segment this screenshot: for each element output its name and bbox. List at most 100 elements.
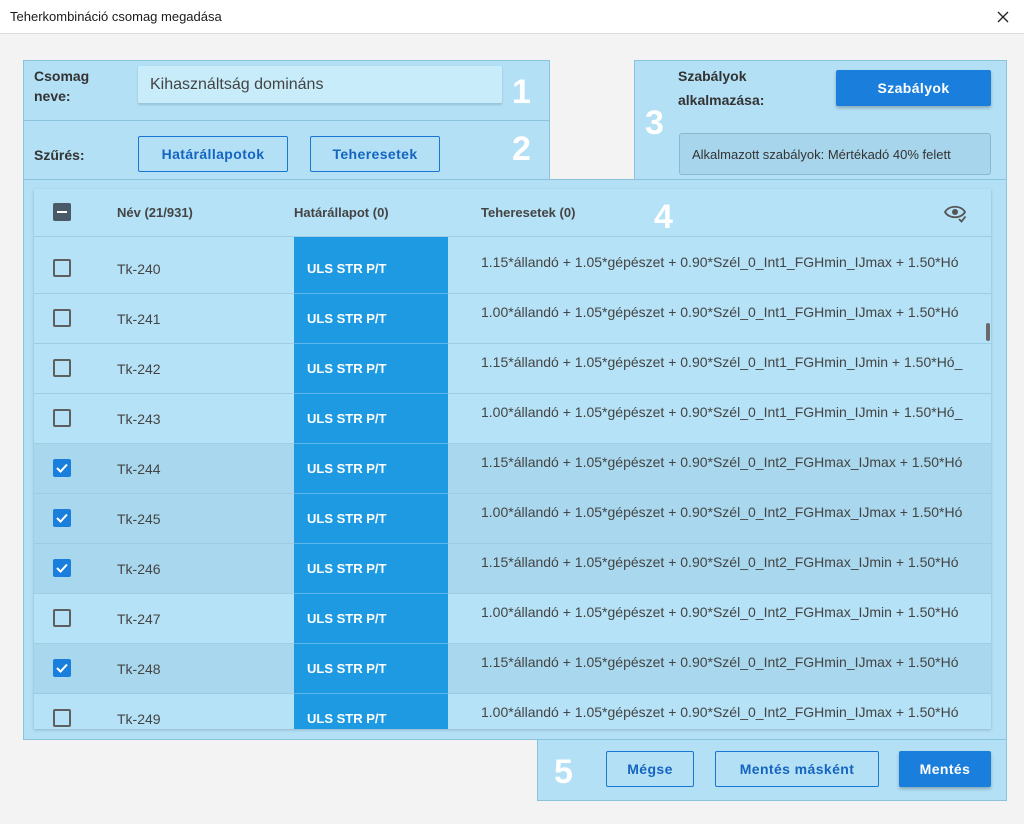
row-load-cases-formula: 1.15*állandó + 1.05*gépészet + 0.90*Szél… — [481, 554, 959, 570]
row-name: Tk-240 — [117, 261, 161, 277]
row-checkbox-wrap[interactable] — [53, 509, 71, 527]
row-checkbox-wrap[interactable] — [53, 609, 71, 627]
row-checkbox[interactable] — [53, 359, 71, 377]
table-row[interactable]: Tk-248 ULS STR P/T 1.15*állandó + 1.05*gép… — [34, 644, 991, 694]
row-checkbox[interactable] — [53, 409, 71, 427]
row-checkbox-wrap[interactable] — [53, 709, 71, 727]
row-limit-state: ULS STR P/T — [294, 494, 448, 544]
table-row[interactable]: Tk-246 ULS STR P/T 1.15*állandó + 1.05*gép… — [34, 544, 991, 594]
load-cases-filter-button[interactable]: Teheresetek — [310, 136, 440, 172]
row-limit-state: ULS STR P/T — [294, 594, 448, 644]
eye-check-icon — [943, 205, 967, 223]
row-load-cases-formula: 1.00*állandó + 1.05*gépészet + 0.90*Szél… — [481, 704, 959, 720]
package-name-input[interactable] — [138, 66, 502, 104]
table-row[interactable]: Tk-240 ULS STR P/T 1.15*állandó + 1.05*gép… — [34, 244, 991, 294]
save-button[interactable]: Mentés — [899, 751, 991, 787]
row-checkbox-wrap[interactable] — [53, 409, 71, 427]
row-limit-state: ULS STR P/T — [294, 544, 448, 594]
row-name: Tk-246 — [117, 561, 161, 577]
applied-rules-text: Alkalmazott szabályok: Mértékadó 40% fel… — [692, 146, 951, 162]
table-body: Tk-240 ULS STR P/T 1.15*állandó + 1.05*gép… — [34, 244, 991, 729]
close-button[interactable] — [990, 4, 1016, 30]
row-checkbox[interactable] — [53, 459, 71, 477]
row-checkbox[interactable] — [53, 309, 71, 327]
row-checkbox[interactable] — [53, 259, 71, 277]
window-title: Teherkombináció csomag megadása — [10, 9, 222, 24]
table-row[interactable]: Tk-243 ULS STR P/T 1.00*állandó + 1.05*gép… — [34, 394, 991, 444]
row-checkbox[interactable] — [53, 659, 71, 677]
limit-state-column-top — [294, 237, 448, 244]
save-as-button[interactable]: Mentés másként — [715, 751, 879, 787]
row-checkbox-wrap[interactable] — [53, 459, 71, 477]
row-checkbox[interactable] — [53, 509, 71, 527]
applied-rules-box: Alkalmazott szabályok: Mértékadó 40% fel… — [679, 133, 991, 175]
row-checkbox[interactable] — [53, 609, 71, 627]
row-load-cases-formula: 1.15*állandó + 1.05*gépészet + 0.90*Szél… — [481, 454, 963, 470]
package-name-label-line2: neve: — [34, 88, 71, 104]
title-bar: Teherkombináció csomag megadása — [0, 0, 1024, 34]
row-limit-state-label: ULS STR P/T — [307, 411, 387, 426]
row-checkbox-wrap[interactable] — [53, 259, 71, 277]
rules-label-line1: Szabályok — [678, 68, 747, 84]
column-header-name[interactable]: Név (21/931) — [117, 205, 193, 220]
row-limit-state-label: ULS STR P/T — [307, 361, 387, 376]
package-name-label-line1: Csomag — [34, 68, 90, 84]
row-checkbox-wrap[interactable] — [53, 659, 71, 677]
rules-button[interactable]: Szabályok — [836, 70, 991, 106]
section-number-1: 1 — [512, 73, 531, 111]
row-checkbox-wrap[interactable] — [53, 559, 71, 577]
row-limit-state: ULS STR P/T — [294, 644, 448, 694]
row-limit-state: ULS STR P/T — [294, 244, 448, 294]
row-name: Tk-249 — [117, 711, 161, 727]
row-limit-state: ULS STR P/T — [294, 694, 448, 729]
check-icon — [56, 563, 68, 573]
row-name: Tk-244 — [117, 461, 161, 477]
row-checkbox-wrap[interactable] — [53, 309, 71, 327]
load-combination-table: Név (21/931) Határállapot (0) Teheresete… — [34, 189, 991, 729]
table-scrollbar-thumb[interactable] — [986, 323, 990, 341]
row-name: Tk-243 — [117, 411, 161, 427]
row-limit-state-label: ULS STR P/T — [307, 611, 387, 626]
row-load-cases-formula: 1.15*állandó + 1.05*gépészet + 0.90*Szél… — [481, 254, 959, 270]
section-number-3: 3 — [645, 104, 664, 142]
row-limit-state-label: ULS STR P/T — [307, 561, 387, 576]
section-number-2: 2 — [512, 130, 531, 168]
row-limit-state-label: ULS STR P/T — [307, 461, 387, 476]
table-row[interactable]: Tk-247 ULS STR P/T 1.00*állandó + 1.05*gép… — [34, 594, 991, 644]
close-icon — [997, 11, 1009, 23]
row-checkbox[interactable] — [53, 559, 71, 577]
table-row[interactable]: Tk-242 ULS STR P/T 1.15*állandó + 1.05*gép… — [34, 344, 991, 394]
row-limit-state: ULS STR P/T — [294, 394, 448, 444]
row-load-cases-formula: 1.15*állandó + 1.05*gépészet + 0.90*Szél… — [481, 354, 963, 370]
row-name: Tk-245 — [117, 511, 161, 527]
check-icon — [56, 463, 68, 473]
column-header-limit-state[interactable]: Határállapot (0) — [294, 205, 389, 220]
row-limit-state: ULS STR P/T — [294, 294, 448, 344]
row-limit-state: ULS STR P/T — [294, 344, 448, 394]
rules-label-line2: alkalmazása: — [678, 92, 765, 108]
column-header-load-cases[interactable]: Teheresetek (0) — [481, 205, 575, 220]
row-name: Tk-248 — [117, 661, 161, 677]
row-checkbox[interactable] — [53, 709, 71, 727]
table-row[interactable]: Tk-241 ULS STR P/T 1.00*állandó + 1.05*gép… — [34, 294, 991, 344]
row-checkbox-wrap[interactable] — [53, 359, 71, 377]
row-name: Tk-242 — [117, 361, 161, 377]
section-number-4: 4 — [654, 198, 673, 236]
row-name: Tk-241 — [117, 311, 161, 327]
table-row[interactable]: Tk-245 ULS STR P/T 1.00*állandó + 1.05*gép… — [34, 494, 991, 544]
column-visibility-button[interactable] — [943, 202, 967, 229]
limit-states-filter-button[interactable]: Határállapotok — [138, 136, 288, 172]
row-limit-state-label: ULS STR P/T — [307, 261, 387, 276]
check-icon — [56, 513, 68, 523]
row-limit-state-label: ULS STR P/T — [307, 661, 387, 676]
select-all-checkbox[interactable] — [53, 203, 71, 221]
row-load-cases-formula: 1.15*állandó + 1.05*gépészet + 0.90*Szél… — [481, 654, 959, 670]
section-number-5: 5 — [554, 753, 573, 791]
cancel-button[interactable]: Mégse — [606, 751, 694, 787]
row-limit-state-label: ULS STR P/T — [307, 511, 387, 526]
select-all-checkbox-wrap[interactable] — [53, 203, 71, 221]
filter-label: Szűrés: — [34, 147, 85, 163]
row-limit-state-label: ULS STR P/T — [307, 311, 387, 326]
table-row[interactable]: Tk-249 ULS STR P/T 1.00*állandó + 1.05*gép… — [34, 694, 991, 729]
table-row[interactable]: Tk-244 ULS STR P/T 1.15*állandó + 1.05*gép… — [34, 444, 991, 494]
